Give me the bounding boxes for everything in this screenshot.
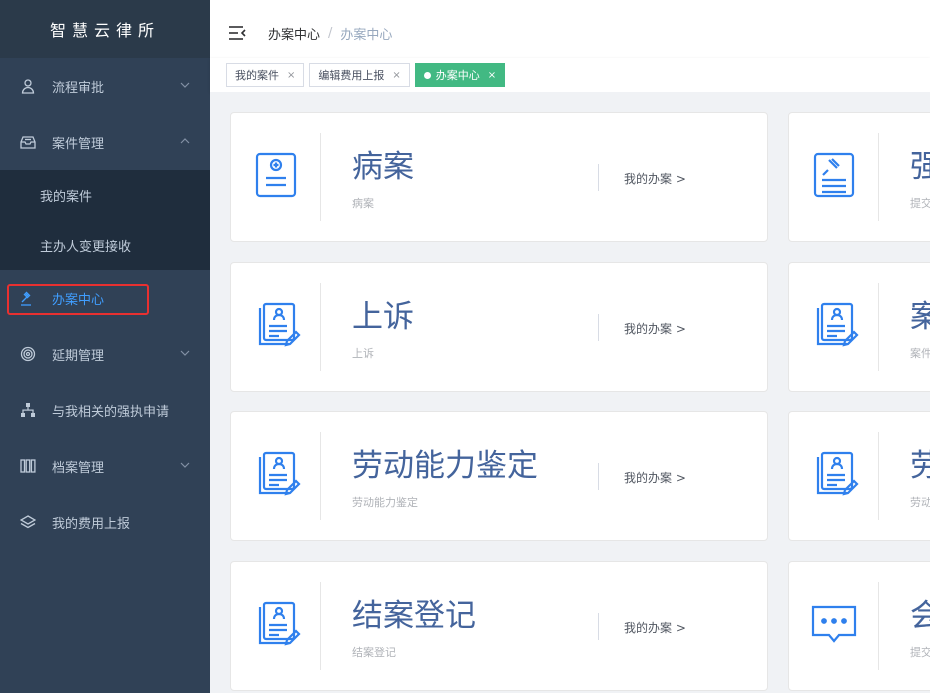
card-link-divider (598, 613, 599, 640)
card-title: 上诉 (352, 299, 414, 335)
sidebar-item-case-management[interactable]: 案件管理 (0, 114, 210, 170)
medical-file-icon (255, 152, 297, 198)
close-icon[interactable]: × (392, 70, 400, 81)
sidebar-subitem-host-change[interactable]: 主办人变更接收 (0, 220, 210, 270)
person-file-icon (258, 451, 301, 496)
layers-icon (18, 512, 38, 532)
card-title: 会 (910, 598, 930, 634)
case-card-closing[interactable]: 结案登记 结案登记 我的办案 > (230, 561, 768, 691)
person-file-icon (258, 601, 301, 646)
card-title: 劳动能力鉴定 (352, 448, 538, 484)
card-subtitle: 提交 (910, 646, 930, 659)
hamburger-icon[interactable] (228, 25, 246, 41)
card-divider (320, 432, 321, 520)
breadcrumb-separator: / (328, 25, 333, 41)
inbox-icon (18, 132, 38, 152)
person-file-icon (816, 302, 859, 347)
case-card-meeting[interactable]: 会 提交 (788, 561, 930, 691)
sidebar: 智慧云律所 流程审批 案件管理 我的案件 主办人变更接收 办案中心 延期管理 与… (0, 0, 210, 693)
sidebar-item-label: 我的费用上报 (52, 516, 131, 532)
sidebar-item-case-center[interactable]: 办案中心 (0, 270, 210, 326)
tag-label: 编辑费用上报 (318, 69, 385, 82)
user-icon (18, 76, 38, 96)
main-content: 病案 病案 我的办案 > 强 提交 上诉 上诉 我的办案 > 案 案件 劳动能力… (210, 92, 930, 693)
card-divider (878, 432, 879, 520)
navbar: 办案中心 / 办案中心 (210, 8, 930, 59)
my-cases-link[interactable]: 我的办案 > (624, 469, 686, 486)
sidebar-subitem-my-cases[interactable]: 我的案件 (0, 170, 210, 220)
tag-case-center[interactable]: 办案中心 × (414, 63, 506, 87)
chevron-down-icon (180, 350, 190, 356)
person-file-icon (258, 302, 301, 347)
chat-icon (811, 605, 857, 643)
my-cases-link[interactable]: 我的办案 > (624, 619, 686, 636)
case-card-enforcement[interactable]: 强 提交 (788, 112, 930, 242)
breadcrumb: 办案中心 / 办案中心 (268, 24, 392, 43)
sidebar-item-label: 流程审批 (52, 80, 105, 96)
card-divider (320, 582, 321, 670)
card-divider (320, 283, 321, 371)
archive-icon (18, 456, 38, 476)
tag-label: 我的案件 (235, 69, 279, 82)
tags-view: 我的案件 × 编辑费用上报 × 办案中心 × (210, 58, 930, 92)
card-subtitle: 提交 (910, 197, 930, 210)
document-icon (813, 152, 855, 198)
sidebar-item-label: 办案中心 (52, 292, 105, 308)
sidebar-subitem-label: 我的案件 (40, 189, 93, 205)
card-link-divider (598, 463, 599, 490)
sidebar-item-enforcement[interactable]: 与我相关的强执申请 (0, 382, 210, 438)
sidebar-subitem-label: 主办人变更接收 (40, 239, 132, 255)
close-icon[interactable]: × (287, 70, 295, 81)
sidebar-item-label: 延期管理 (52, 348, 105, 364)
breadcrumb-item[interactable]: 办案中心 (268, 24, 320, 43)
sidebar-item-extension[interactable]: 延期管理 (0, 326, 210, 382)
sidebar-item-label: 档案管理 (52, 460, 105, 476)
gavel-icon (18, 288, 38, 308)
sidebar-item-label: 与我相关的强执申请 (52, 404, 170, 420)
card-subtitle: 上诉 (352, 347, 374, 360)
sidebar-item-expense-report[interactable]: 我的费用上报 (0, 494, 210, 550)
target-icon (18, 344, 38, 364)
card-subtitle: 病案 (352, 197, 374, 210)
card-divider (878, 582, 879, 670)
card-link-divider (598, 164, 599, 191)
card-divider (878, 283, 879, 371)
case-card-medical[interactable]: 病案 病案 我的办案 > (230, 112, 768, 242)
tag-label: 办案中心 (435, 69, 480, 82)
card-divider (878, 133, 879, 221)
card-subtitle: 结案登记 (352, 646, 396, 659)
case-card-appeal[interactable]: 上诉 上诉 我的办案 > (230, 262, 768, 392)
case-card-case[interactable]: 案 案件 (788, 262, 930, 392)
sidebar-item-archive[interactable]: 档案管理 (0, 438, 210, 494)
sidebar-item-label: 案件管理 (52, 136, 105, 152)
chevron-up-icon (180, 138, 190, 144)
card-title: 劳 (910, 448, 930, 484)
brand-title: 智慧云律所 (0, 0, 210, 58)
person-file-icon (816, 451, 859, 496)
card-link-divider (598, 314, 599, 341)
tag-my-cases[interactable]: 我的案件 × (226, 63, 305, 87)
card-subtitle: 劳动能力鉴定 (352, 496, 418, 509)
chevron-down-icon (180, 82, 190, 88)
card-title: 案 (910, 299, 930, 335)
case-card-labor[interactable]: 劳 劳动 (788, 411, 930, 541)
active-dot-icon (423, 71, 431, 79)
card-title: 强 (910, 149, 930, 185)
card-divider (320, 133, 321, 221)
tag-edit-expense[interactable]: 编辑费用上报 × (309, 63, 410, 87)
card-subtitle: 案件 (910, 347, 930, 360)
chevron-down-icon (180, 462, 190, 468)
sitemap-icon (18, 400, 38, 420)
my-cases-link[interactable]: 我的办案 > (624, 170, 686, 187)
my-cases-link[interactable]: 我的办案 > (624, 320, 686, 337)
breadcrumb-item-current: 办案中心 (340, 27, 393, 43)
close-icon[interactable]: × (488, 70, 496, 81)
case-card-labor-appraisal[interactable]: 劳动能力鉴定 劳动能力鉴定 我的办案 > (230, 411, 768, 541)
sidebar-item-approval[interactable]: 流程审批 (0, 58, 210, 114)
card-title: 病案 (352, 149, 414, 185)
card-subtitle: 劳动 (910, 496, 930, 509)
card-title: 结案登记 (352, 598, 476, 634)
